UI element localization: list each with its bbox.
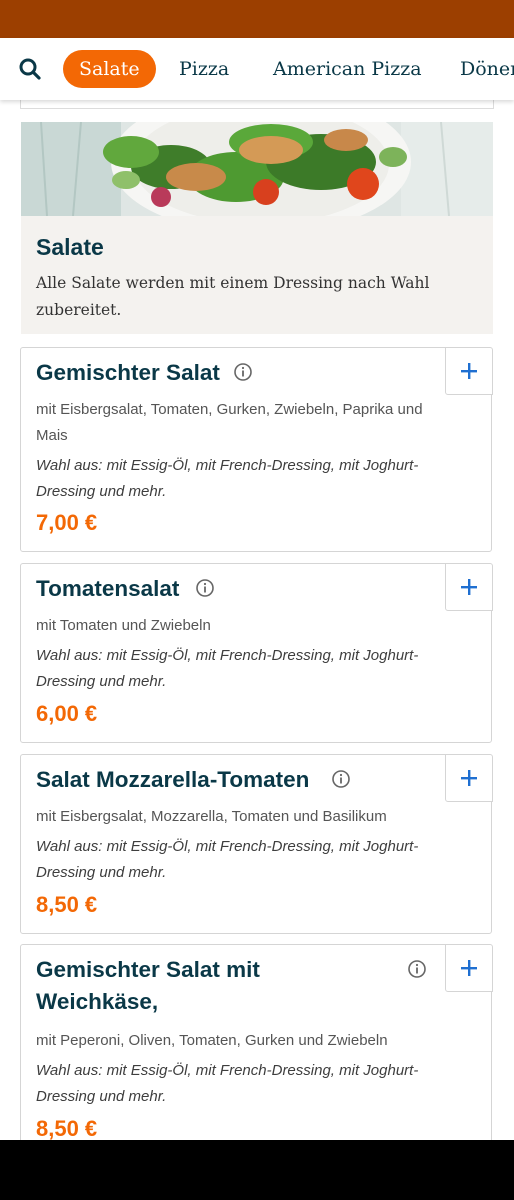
- category-nav: Salate Pizza American Pizza Döner: [0, 38, 514, 100]
- product-description: mit Eisbergsalat, Mozzarella, Tomaten un…: [36, 808, 387, 825]
- info-icon[interactable]: [195, 578, 215, 598]
- product-price: 6,00 €: [36, 701, 98, 726]
- product-name: Tomatensalat: [36, 576, 180, 601]
- plus-icon: [460, 769, 477, 786]
- plus-icon: [460, 959, 477, 976]
- add-button[interactable]: [444, 346, 493, 395]
- category-title: Salate: [36, 234, 104, 260]
- product-price: 8,50 €: [36, 892, 98, 917]
- tab-american-pizza[interactable]: American Pizza: [273, 50, 422, 88]
- product-description: mit Peperoni, Oliven, Tomaten, Gurken un…: [36, 1032, 388, 1049]
- product-name: Salat Mozzarella-Tomaten: [36, 767, 310, 792]
- product-card[interactable]: Gemischter Salat mit Eisbergsalat, Tomat…: [20, 346, 493, 552]
- product-choice: Wahl aus: mit Essig-Öl, mit French-Dress…: [36, 838, 419, 881]
- plus-icon: [460, 578, 477, 595]
- product-price: 7,00 €: [36, 510, 98, 535]
- add-button[interactable]: [444, 753, 493, 802]
- product-card[interactable]: Tomatensalat mit Tomaten und Zwiebeln Wa…: [20, 562, 493, 743]
- product-price: 8,50 €: [36, 1116, 98, 1141]
- system-navigation-bar: [0, 1140, 514, 1200]
- status-bar: [0, 0, 514, 38]
- add-button[interactable]: [444, 943, 493, 992]
- product-card[interactable]: Gemischter Salat mit Weichkäse, mit Pepe…: [20, 943, 493, 1164]
- product-name: Gemischter Salat mit Weichkäse,: [36, 957, 260, 1014]
- product-description: mit Tomaten und Zwiebeln: [36, 617, 211, 634]
- product-name: Gemischter Salat: [36, 360, 220, 385]
- product-description: mit Eisbergsalat, Tomaten, Gurken, Zwieb…: [36, 401, 423, 444]
- tab-doener[interactable]: Döner: [460, 50, 514, 88]
- plus-icon: [460, 362, 477, 379]
- product-card[interactable]: Salat Mozzarella-Tomaten mit Eisbergsala…: [20, 753, 493, 934]
- category-header: Salate Alle Salate werden mit einem Dres…: [21, 216, 493, 334]
- product-choice: Wahl aus: mit Essig-Öl, mit French-Dress…: [36, 457, 419, 500]
- category-description: Alle Salate werden mit einem Dressing na…: [36, 274, 430, 319]
- product-choice: Wahl aus: mit Essig-Öl, mit French-Dress…: [36, 1062, 419, 1105]
- category-image: [21, 122, 493, 216]
- info-icon[interactable]: [331, 769, 351, 789]
- search-icon[interactable]: [18, 57, 42, 81]
- product-choice: Wahl aus: mit Essig-Öl, mit French-Dress…: [36, 647, 419, 690]
- info-icon[interactable]: [407, 959, 427, 979]
- add-button[interactable]: [444, 562, 493, 611]
- tab-salate[interactable]: Salate: [63, 50, 156, 88]
- info-icon[interactable]: [233, 362, 253, 382]
- tab-pizza[interactable]: Pizza: [179, 50, 229, 88]
